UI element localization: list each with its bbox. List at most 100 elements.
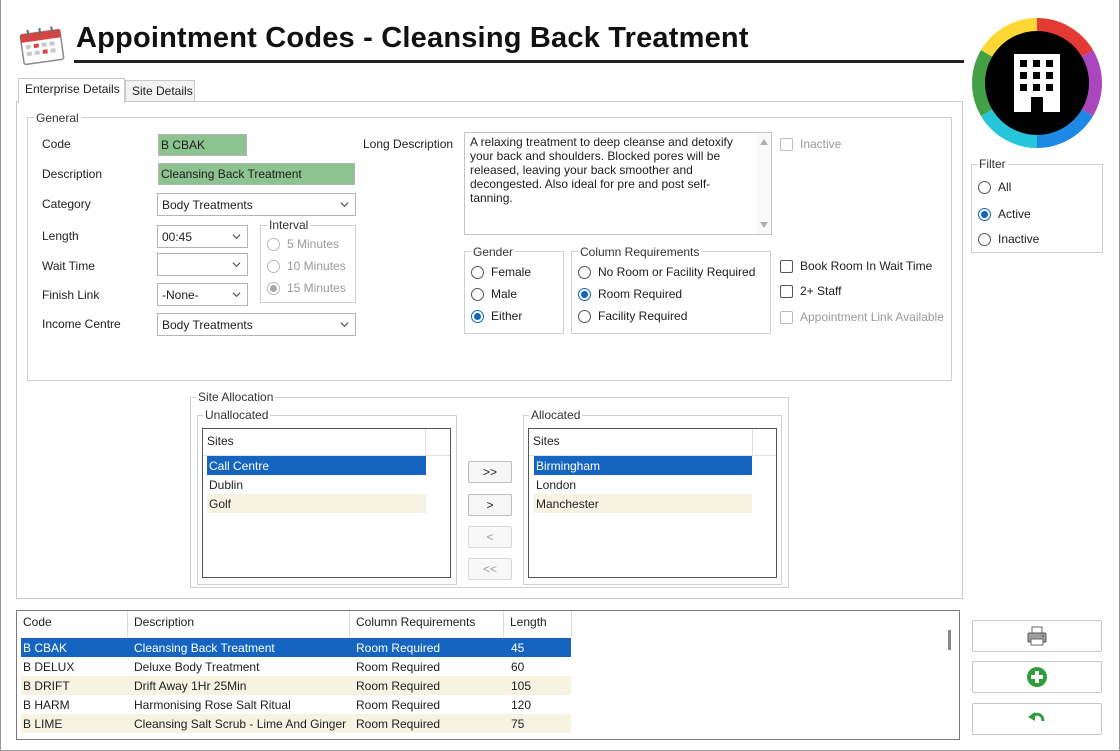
filter-all-radio[interactable]: All bbox=[978, 180, 1011, 194]
filter-all-label: All bbox=[998, 180, 1012, 194]
appointment-link-checkbox[interactable]: Appointment Link Available bbox=[780, 310, 944, 324]
general-legend: General bbox=[34, 111, 81, 125]
interval-15-label: 15 Minutes bbox=[287, 281, 346, 295]
table-row[interactable]: B CBAK Cleansing Back Treatment Room Req… bbox=[21, 638, 571, 657]
book-room-checkbox[interactable]: Book Room In Wait Time bbox=[780, 259, 932, 273]
list-item[interactable]: Call Centre bbox=[207, 456, 426, 475]
cell-length: 120 bbox=[511, 698, 532, 712]
radio-dot bbox=[578, 309, 591, 323]
column-header-code[interactable]: Code bbox=[23, 615, 52, 629]
allocated-legend: Allocated bbox=[529, 408, 583, 422]
tab-site-details[interactable]: Site Details bbox=[125, 80, 195, 102]
allocate-all-button[interactable]: >> bbox=[468, 461, 512, 483]
cell-code: B DELUX bbox=[23, 660, 75, 674]
code-label: Code bbox=[42, 137, 71, 151]
unallocate-selected-button[interactable]: < bbox=[468, 526, 512, 548]
column-divider bbox=[503, 611, 504, 637]
income-centre-label: Income Centre bbox=[42, 317, 121, 331]
inactive-checkbox[interactable]: Inactive bbox=[780, 137, 841, 151]
scroll-down-icon[interactable] bbox=[760, 222, 768, 228]
long-description-label: Long Description bbox=[363, 137, 454, 151]
calendar-app-icon bbox=[18, 22, 68, 66]
length-label: Length bbox=[42, 229, 79, 243]
unallocated-sites-list[interactable]: Sites Call Centre Dublin Golf bbox=[202, 428, 451, 578]
cell-length: 75 bbox=[511, 717, 525, 731]
filter-active-radio[interactable]: Active bbox=[978, 207, 1031, 221]
description-input[interactable]: Cleansing Back Treatment bbox=[158, 163, 355, 185]
column-divider bbox=[349, 611, 350, 637]
unallocate-all-button[interactable]: << bbox=[468, 558, 512, 580]
allocated-sites-header: Sites bbox=[533, 434, 560, 448]
chevron-down-icon bbox=[340, 202, 349, 208]
interval-legend: Interval bbox=[267, 218, 311, 232]
interval-10-radio[interactable]: 10 Minutes bbox=[267, 259, 346, 273]
cell-code: B CBAK bbox=[23, 641, 68, 655]
table-row[interactable]: B DRIFT Drift Away 1Hr 25Min Room Requir… bbox=[21, 676, 571, 695]
room-required-label: Room Required bbox=[598, 287, 683, 301]
cell-length: 45 bbox=[511, 641, 525, 655]
interval-15-radio[interactable]: 15 Minutes bbox=[267, 281, 346, 295]
column-header-length[interactable]: Length bbox=[510, 615, 547, 629]
gender-female-label: Female bbox=[491, 265, 532, 279]
enterprise-logo-icon bbox=[970, 16, 1104, 150]
list-item[interactable]: Golf bbox=[207, 494, 426, 513]
interval-5-radio[interactable]: 5 Minutes bbox=[267, 237, 339, 251]
wait-time-label: Wait Time bbox=[42, 259, 95, 273]
gender-either-radio[interactable]: Either bbox=[471, 309, 522, 323]
long-description-textarea[interactable]: A relaxing treatment to deep cleanse and… bbox=[464, 132, 772, 235]
chevron-down-icon bbox=[232, 292, 241, 298]
radio-dot bbox=[267, 281, 280, 295]
column-header-column-requirements[interactable]: Column Requirements bbox=[356, 615, 475, 629]
list-item[interactable]: Dublin bbox=[207, 475, 426, 494]
appointment-codes-grid[interactable]: Code Description Column Requirements Len… bbox=[16, 610, 960, 740]
list-item[interactable]: Manchester bbox=[534, 494, 752, 513]
finish-link-select[interactable]: -None- bbox=[157, 283, 248, 306]
length-select[interactable]: 00:45 bbox=[157, 225, 248, 248]
radio-dot bbox=[978, 207, 991, 221]
table-row[interactable]: B DELUX Deluxe Body Treatment Room Requi… bbox=[21, 657, 571, 676]
add-button[interactable] bbox=[972, 661, 1102, 693]
cell-code: B LIME bbox=[23, 717, 63, 731]
grid-scrollbar-thumb[interactable] bbox=[948, 630, 951, 650]
list-item[interactable]: London bbox=[534, 475, 752, 494]
filter-inactive-radio[interactable]: Inactive bbox=[978, 232, 1039, 246]
gender-male-label: Male bbox=[491, 287, 518, 301]
tab-enterprise-details[interactable]: Enterprise Details bbox=[18, 78, 125, 103]
table-row[interactable]: B LIME Cleansing Salt Scrub - Lime And G… bbox=[21, 714, 571, 733]
radio-dot bbox=[978, 180, 991, 194]
allocated-sites-list[interactable]: Sites Birmingham London Manchester bbox=[528, 428, 777, 578]
undo-button[interactable] bbox=[972, 703, 1102, 735]
no-room-facility-radio[interactable]: No Room or Facility Required bbox=[578, 265, 755, 279]
gender-male-radio[interactable]: Male bbox=[471, 287, 517, 301]
cell-column-requirements: Room Required bbox=[356, 717, 441, 731]
column-requirements-legend: Column Requirements bbox=[578, 245, 702, 259]
category-select[interactable]: Body Treatments bbox=[157, 193, 356, 216]
room-required-radio[interactable]: Room Required bbox=[578, 287, 682, 301]
column-divider bbox=[752, 429, 753, 455]
cell-code: B HARM bbox=[23, 698, 70, 712]
list-item[interactable]: Birmingham bbox=[534, 456, 752, 475]
gender-either-label: Either bbox=[491, 309, 523, 323]
site-allocation-legend: Site Allocation bbox=[196, 390, 276, 404]
long-description-scrollbar[interactable] bbox=[757, 133, 771, 234]
print-button[interactable] bbox=[972, 620, 1102, 652]
table-row[interactable]: B HARM Harmonising Rose Salt Ritual Room… bbox=[21, 695, 571, 714]
radio-dot bbox=[267, 259, 280, 273]
column-header-description[interactable]: Description bbox=[134, 615, 194, 629]
book-room-label: Book Room In Wait Time bbox=[800, 259, 933, 273]
cell-description: Cleansing Salt Scrub - Lime And Ginger bbox=[134, 717, 347, 731]
radio-dot bbox=[471, 309, 484, 323]
cell-column-requirements: Room Required bbox=[356, 698, 441, 712]
column-divider bbox=[425, 429, 426, 455]
gender-female-radio[interactable]: Female bbox=[471, 265, 531, 279]
facility-required-radio[interactable]: Facility Required bbox=[578, 309, 687, 323]
interval-5-label: 5 Minutes bbox=[287, 237, 340, 251]
code-input[interactable]: B CBAK bbox=[158, 134, 247, 156]
cell-length: 60 bbox=[511, 660, 525, 674]
allocate-selected-button[interactable]: > bbox=[468, 494, 512, 516]
income-centre-select[interactable]: Body Treatments bbox=[157, 313, 356, 336]
wait-time-select[interactable] bbox=[157, 253, 248, 276]
scroll-up-icon[interactable] bbox=[760, 139, 768, 145]
finish-link-label: Finish Link bbox=[42, 288, 100, 302]
two-staff-checkbox[interactable]: 2+ Staff bbox=[780, 284, 841, 298]
